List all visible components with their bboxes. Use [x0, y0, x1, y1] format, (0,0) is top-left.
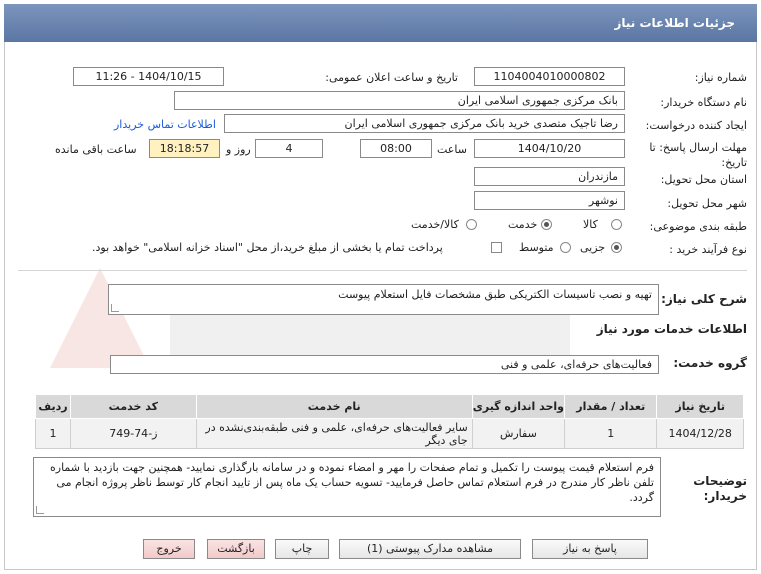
resize-handle-icon[interactable]: [111, 304, 119, 312]
requester-field: رضا تاجیک متصدی خرید بانک مرکزی جمهوری ا…: [224, 114, 625, 133]
category-radio-goods[interactable]: [611, 219, 622, 230]
col-quantity: تعداد / مقدار: [564, 394, 658, 419]
province-field: مازندران: [474, 167, 625, 186]
deadline-time-label: ساعت: [437, 143, 467, 156]
deadline-date-field: 1404/10/20: [474, 139, 625, 158]
need-number-field: 1104004010000802: [474, 67, 625, 86]
city-label: شهر محل تحویل:: [667, 197, 747, 210]
services-section-title: اطلاعات خدمات مورد نیاز: [596, 322, 747, 336]
category-label: طبقه بندی موضوعی:: [649, 220, 747, 233]
purchase-type-label: نوع فرآیند خرید :: [669, 243, 747, 256]
days-label: روز و: [226, 143, 251, 156]
buyer-notes-label: توضیحات خریدار:: [693, 474, 747, 503]
buyer-notes-text: فرم استعلام قیمت پیوست را تکمیل و تمام ص…: [50, 461, 654, 504]
services-table: تاریخ نیاز تعداد / مقدار واحد اندازه گیر…: [35, 394, 744, 449]
remaining-days-field: 4: [255, 139, 323, 158]
view-attachments-button[interactable]: مشاهده مدارک پیوستی (1): [339, 539, 521, 559]
summary-label: شرح کلی نیاز:: [661, 292, 747, 306]
col-need-date: تاریخ نیاز: [656, 394, 744, 419]
category-radio-service[interactable]: [541, 219, 552, 230]
category-option-goods-service: کالا/خدمت: [411, 218, 459, 231]
treasury-checkbox[interactable]: [491, 242, 502, 253]
col-service-code: کد خدمت: [69, 394, 197, 419]
summary-text: تهیه و نصب تاسیسات الکتریکی طبق مشخصات ف…: [338, 288, 652, 301]
need-number-label: شماره نیاز:: [694, 71, 747, 84]
divider: [18, 270, 747, 271]
cell-quantity: 1: [564, 418, 658, 449]
reply-button[interactable]: پاسخ به نیاز: [532, 539, 648, 559]
buyer-org-field: بانک مرکزی جمهوری اسلامی ایران: [174, 91, 625, 110]
col-row: ردیف: [35, 394, 71, 419]
purchase-radio-medium[interactable]: [560, 242, 571, 253]
buyer-notes-field: فرم استعلام قیمت پیوست را تکمیل و تمام ص…: [33, 457, 661, 517]
purchase-option-minor: جزیی: [580, 241, 606, 254]
category-radio-goods-service[interactable]: [466, 219, 477, 230]
back-button[interactable]: بازگشت: [207, 539, 265, 559]
col-service-name: نام خدمت: [195, 394, 473, 419]
table-row: 1404/12/28 1 سفارش سایر فعالیت‌های حرفه‌…: [35, 418, 744, 449]
treasury-note: پرداخت تمام یا بخشی از مبلغ خرید،از محل …: [92, 241, 443, 254]
purchase-option-medium: متوسط: [519, 241, 554, 254]
cell-service-code: ز-74-749: [69, 418, 197, 449]
cell-need-date: 1404/12/28: [656, 418, 744, 449]
cell-unit: سفارش: [471, 418, 566, 449]
buyer-contact-link[interactable]: اطلاعات تماس خریدار: [114, 118, 216, 131]
deadline-time-field: 08:00: [360, 139, 432, 158]
resize-handle-icon[interactable]: [36, 506, 44, 514]
purchase-radio-minor[interactable]: [611, 242, 622, 253]
requester-label: ایجاد کننده درخواست:: [645, 119, 747, 132]
print-button[interactable]: چاپ: [275, 539, 329, 559]
remaining-label: ساعت باقی مانده: [55, 143, 137, 156]
exit-button[interactable]: خروج: [143, 539, 195, 559]
page-title: جزئیات اطلاعات نیاز: [614, 16, 735, 30]
announce-datetime-field: 1404/10/15 - 11:26: [73, 67, 224, 86]
category-option-goods: کالا: [583, 218, 598, 231]
col-unit: واحد اندازه گیری: [471, 394, 566, 419]
category-option-service: خدمت: [508, 218, 538, 231]
province-label: استان محل تحویل:: [660, 173, 747, 186]
service-group-field: فعالیت‌های حرفه‌ای، علمی و فنی: [110, 355, 659, 374]
service-group-label: گروه خدمت:: [673, 356, 747, 370]
announce-datetime-label: تاریخ و ساعت اعلان عمومی:: [325, 71, 458, 84]
cell-service-name: سایر فعالیت‌های حرفه‌ای، علمی و فنی طبقه…: [195, 418, 473, 449]
cell-row: 1: [35, 418, 71, 449]
title-bar: جزئیات اطلاعات نیاز: [4, 4, 757, 42]
remaining-time-field: 18:18:57: [149, 139, 220, 158]
city-field: نوشهر: [474, 191, 625, 210]
deadline-label: مهلت ارسال پاسخ: تا تاریخ:: [649, 141, 747, 169]
buyer-org-label: نام دستگاه خریدار:: [660, 96, 747, 109]
summary-field: تهیه و نصب تاسیسات الکتریکی طبق مشخصات ف…: [108, 284, 659, 315]
